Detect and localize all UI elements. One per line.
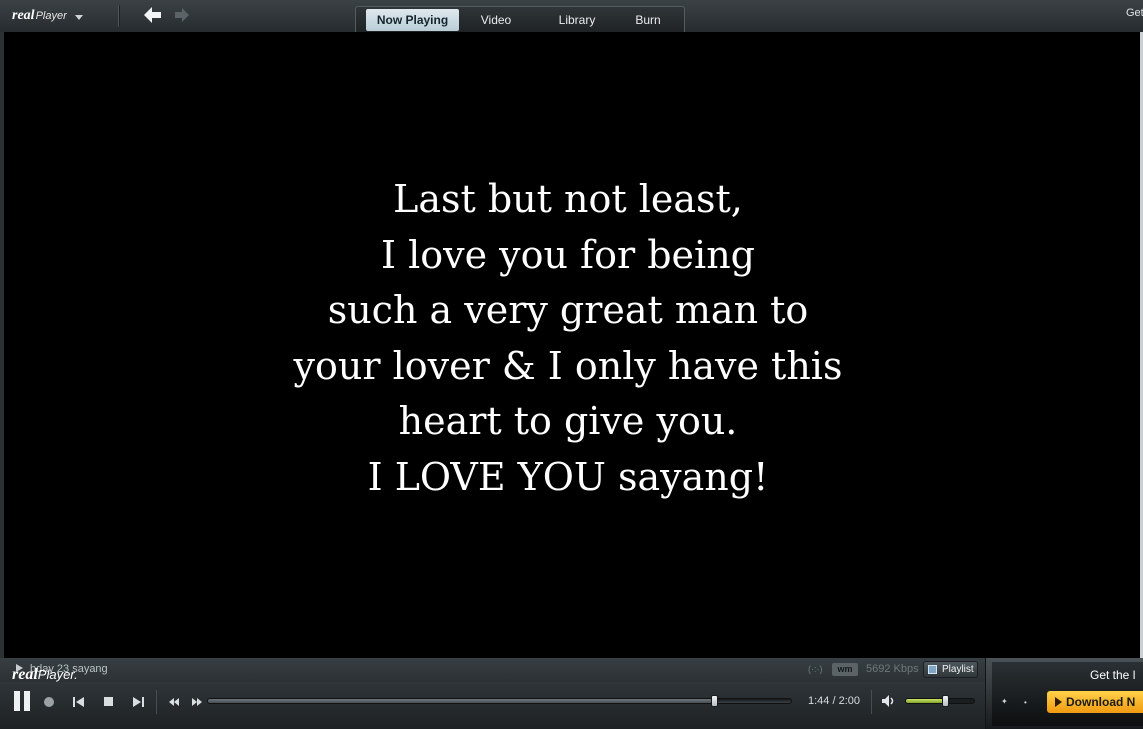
pause-icon[interactable]	[13, 690, 31, 712]
fast-forward-icon[interactable]	[191, 697, 203, 707]
tab-library[interactable]: Library	[542, 9, 612, 31]
time-readout: 1:44 / 2:00	[808, 695, 860, 707]
divider	[118, 5, 120, 27]
seek-bar[interactable]	[207, 698, 792, 704]
top-bar: real Player Now Playing Video Library Bu…	[0, 0, 1143, 32]
volume-level	[906, 699, 945, 703]
ad-tagline: Get the l	[1090, 668, 1136, 682]
divider	[156, 690, 157, 714]
ad-logo: realPlayer.	[12, 666, 78, 684]
playlist-icon	[928, 665, 937, 674]
play-arrow-icon	[1055, 697, 1062, 707]
playlist-button[interactable]: Playlist	[923, 661, 978, 678]
stop-icon[interactable]	[104, 697, 113, 706]
playlist-label: Playlist	[942, 664, 974, 675]
main-tabs: Now Playing Video Library Burn	[355, 6, 685, 32]
realplayer-menu[interactable]: real Player	[12, 6, 83, 26]
forward-arrow-icon[interactable]	[172, 6, 192, 24]
divider	[871, 690, 872, 714]
tab-video[interactable]: Video	[464, 9, 528, 31]
lyric-line: heart to give you.	[398, 399, 738, 443]
tab-now-playing[interactable]: Now Playing	[366, 9, 459, 31]
volume-slider[interactable]	[905, 698, 975, 704]
previous-icon[interactable]	[72, 695, 86, 709]
bitrate: 5692 Kbps	[866, 663, 919, 675]
ad-brand-name: Player.	[37, 667, 78, 682]
seek-progress	[208, 699, 714, 703]
back-arrow-icon[interactable]	[140, 4, 164, 26]
ad-brand-mark: real	[12, 666, 38, 683]
volume-icon[interactable]	[881, 694, 897, 708]
brand-name: Player	[35, 10, 67, 22]
record-icon[interactable]	[44, 697, 54, 707]
volume-handle[interactable]	[941, 695, 949, 707]
tab-burn[interactable]: Burn	[622, 9, 674, 31]
chevron-down-icon	[74, 15, 83, 20]
lyric-line: I love you for being	[380, 232, 755, 277]
format-badge: wm	[832, 663, 858, 676]
signal-icon: (·:·)	[808, 664, 823, 674]
seek-handle[interactable]	[711, 695, 719, 707]
video-display[interactable]: Last but not least, I love you for being…	[4, 32, 1140, 658]
next-icon[interactable]	[131, 695, 145, 709]
sparkle-icon: •	[1024, 698, 1027, 707]
get-link[interactable]: Get	[1126, 7, 1143, 19]
download-button[interactable]: Download N	[1047, 691, 1143, 713]
lyric-line: such a very great man to	[327, 288, 809, 332]
download-label: Download N	[1066, 695, 1136, 709]
sparkle-icon: ✦	[1001, 697, 1008, 706]
brand-mark: real	[12, 8, 35, 23]
video-lyrics: Last but not least, I love you for being…	[4, 172, 1132, 505]
lyric-line: I LOVE YOU sayang!	[367, 454, 769, 499]
rewind-icon[interactable]	[168, 697, 180, 707]
lyric-line: your lover & I only have this	[293, 343, 843, 388]
lyric-line: Last but not least,	[393, 177, 743, 221]
